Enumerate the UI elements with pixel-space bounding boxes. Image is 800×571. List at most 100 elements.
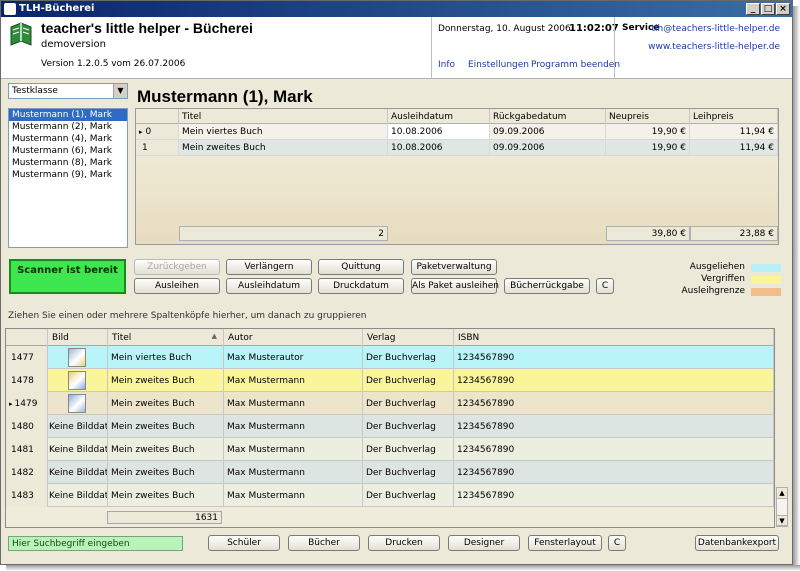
group-by-area[interactable]: Ziehen Sie einen oder mehrere Spaltenköp… <box>5 307 777 327</box>
book-cell-author[interactable]: Max Mustermann <box>224 461 363 484</box>
book-cell-publisher[interactable]: Der Buchverlag <box>363 415 454 438</box>
book-image-cell[interactable] <box>48 346 108 369</box>
settings-link[interactable]: Einstellungen <box>468 60 529 70</box>
book-cell-author[interactable]: Max Mustermann <box>224 415 363 438</box>
loan-col-title[interactable]: Titel <box>179 109 388 124</box>
loan-col-loan-date[interactable]: Ausleihdatum <box>388 109 490 124</box>
book-row[interactable]: 1480 Keine BilddatenMein zweites BuchMax … <box>6 415 774 438</box>
book-cell-isbn[interactable]: 1234567890 <box>454 346 774 369</box>
book-cell-publisher[interactable]: Der Buchverlag <box>363 438 454 461</box>
book-return-button[interactable]: Bücherrückgabe <box>504 278 590 294</box>
student-list-item[interactable]: Mustermann (9), Mark <box>9 169 127 181</box>
loan-row-header[interactable]: 1 <box>136 140 179 156</box>
book-cell-title[interactable]: Mein zweites Buch <box>108 392 224 415</box>
student-list-item[interactable]: Mustermann (4), Mark <box>9 133 127 145</box>
website-link[interactable]: www.teachers-little-helper.de <box>648 42 780 52</box>
book-cell-author[interactable]: Max Musterautor <box>224 346 363 369</box>
book-image-cell[interactable]: Keine Bilddaten <box>48 415 108 438</box>
scroll-up-icon[interactable]: ▲ <box>777 488 787 499</box>
book-col-image[interactable]: Bild <box>48 329 108 346</box>
print-date-button[interactable]: Druckdatum <box>318 278 404 294</box>
books-button[interactable]: Bücher <box>288 535 360 551</box>
book-image-cell[interactable] <box>48 392 108 415</box>
lend-button[interactable]: Ausleihen <box>134 278 220 294</box>
book-cell-title[interactable]: Mein zweites Buch <box>108 438 224 461</box>
designer-button[interactable]: Designer <box>448 535 520 551</box>
loan-cell-return-date[interactable]: 09.09.2006 <box>490 124 606 140</box>
student-list-item[interactable]: Mustermann (8), Mark <box>9 157 127 169</box>
scroll-down-icon[interactable]: ▼ <box>777 515 787 526</box>
loan-col-return-date[interactable]: Rückgabedatum <box>490 109 606 124</box>
book-image-cell[interactable]: Keine Bilddaten <box>48 438 108 461</box>
book-row-header[interactable]: 1477 <box>6 346 48 369</box>
student-list-item[interactable]: Mustermann (2), Mark <box>9 121 127 133</box>
book-row-header[interactable]: 1480 <box>6 415 48 438</box>
package-admin-button[interactable]: Paketverwaltung <box>411 259 497 275</box>
loan-row[interactable]: ▸ 0 Mein viertes Buch 10.08.2006 09.09.2006 1… <box>136 124 778 140</box>
lend-package-button[interactable]: Als Paket ausleihen <box>411 278 499 294</box>
return-button[interactable]: Zurückgeben <box>134 259 220 275</box>
loan-cell-loan-date[interactable]: 10.08.2006 <box>388 124 490 140</box>
loan-col-new-price[interactable]: Neupreis <box>606 109 690 124</box>
book-cell-isbn[interactable]: 1234567890 <box>454 484 774 507</box>
clear-search-button[interactable]: C <box>608 535 626 551</box>
print-button[interactable]: Drucken <box>368 535 440 551</box>
book-col-publisher[interactable]: Verlag <box>363 329 454 346</box>
loan-col-loan-price[interactable]: Leihpreis <box>690 109 778 124</box>
book-image-cell[interactable] <box>48 369 108 392</box>
loan-cell-title[interactable]: Mein zweites Buch <box>179 140 388 156</box>
book-cell-title[interactable]: Mein zweites Buch <box>108 369 224 392</box>
book-cell-isbn[interactable]: 1234567890 <box>454 461 774 484</box>
book-cell-publisher[interactable]: Der Buchverlag <box>363 346 454 369</box>
book-cell-title[interactable]: Mein zweites Buch <box>108 415 224 438</box>
email-link[interactable]: tlh@teachers-little-helper.de <box>652 24 780 34</box>
book-row-header[interactable]: 1483 <box>6 484 48 507</box>
loan-cell-return-date[interactable]: 09.09.2006 <box>490 140 606 156</box>
book-col-isbn[interactable]: ISBN <box>454 329 774 346</box>
loan-cell-title[interactable]: Mein viertes Buch <box>179 124 388 140</box>
book-cell-isbn[interactable]: 1234567890 <box>454 369 774 392</box>
loan-cell-new-price[interactable]: 19,90 € <box>606 140 690 156</box>
book-row-header[interactable]: 1478 <box>6 369 48 392</box>
title-bar[interactable]: TLH-Bücherei _ □ × <box>1 1 792 17</box>
loan-cell-new-price[interactable]: 19,90 € <box>606 124 690 140</box>
close-button[interactable]: × <box>776 3 790 15</box>
book-cell-isbn[interactable]: 1234567890 <box>454 438 774 461</box>
loan-cell-loan-price[interactable]: 11,94 € <box>690 124 778 140</box>
book-grid[interactable]: Bild Titel ▲ Autor Verlag ISBN 1477 Mein … <box>5 328 775 528</box>
database-export-button[interactable]: Datenbankexport <box>695 535 779 551</box>
loan-cell-loan-price[interactable]: 11,94 € <box>690 140 778 156</box>
window-layout-button[interactable]: Fensterlayout <box>528 535 602 551</box>
loan-cell-loan-date[interactable]: 10.08.2006 <box>388 140 490 156</box>
info-link[interactable]: Info <box>438 60 455 70</box>
book-cell-author[interactable]: Max Mustermann <box>224 438 363 461</box>
exit-program-link[interactable]: Programm beenden <box>531 60 620 70</box>
student-list[interactable]: Mustermann (1), Mark Mustermann (2), Mark… <box>8 108 128 248</box>
book-cell-title[interactable]: Mein zweites Buch <box>108 461 224 484</box>
book-cell-author[interactable]: Max Mustermann <box>224 369 363 392</box>
chevron-down-icon[interactable]: ▼ <box>113 84 127 98</box>
book-cell-title[interactable]: Mein zweites Buch <box>108 484 224 507</box>
book-row[interactable]: 1481 Keine BilddatenMein zweites BuchMax … <box>6 438 774 461</box>
receipt-button[interactable]: Quittung <box>318 259 404 275</box>
loan-date-button[interactable]: Ausleihdatum <box>226 278 312 294</box>
book-col-author[interactable]: Autor <box>224 329 363 346</box>
book-row[interactable]: 1483 Keine BilddatenMein zweites BuchMax … <box>6 484 774 507</box>
book-col-title[interactable]: Titel ▲ <box>108 329 224 346</box>
student-list-item[interactable]: Mustermann (1), Mark <box>9 109 127 121</box>
book-cell-author[interactable]: Max Mustermann <box>224 392 363 415</box>
book-row-header[interactable]: 1481 <box>6 438 48 461</box>
book-cell-publisher[interactable]: Der Buchverlag <box>363 461 454 484</box>
book-cell-publisher[interactable]: Der Buchverlag <box>363 392 454 415</box>
maximize-button[interactable]: □ <box>761 3 775 15</box>
search-input[interactable]: Hier Suchbegriff eingeben <box>8 536 183 551</box>
book-cell-title[interactable]: Mein viertes Buch <box>108 346 224 369</box>
book-cell-author[interactable]: Max Mustermann <box>224 484 363 507</box>
loan-row-header[interactable]: ▸ 0 <box>136 124 179 140</box>
book-cell-publisher[interactable]: Der Buchverlag <box>363 369 454 392</box>
loan-row[interactable]: 1 Mein zweites Buch 10.08.2006 09.09.2006 19… <box>136 140 778 156</box>
book-grid-scrollbar[interactable]: ▲ ▼ <box>776 487 788 527</box>
book-row[interactable]: 1478 Mein zweites Buch Max Mustermann Der B… <box>6 369 774 392</box>
book-cell-isbn[interactable]: 1234567890 <box>454 415 774 438</box>
student-list-item[interactable]: Mustermann (6), Mark <box>9 145 127 157</box>
